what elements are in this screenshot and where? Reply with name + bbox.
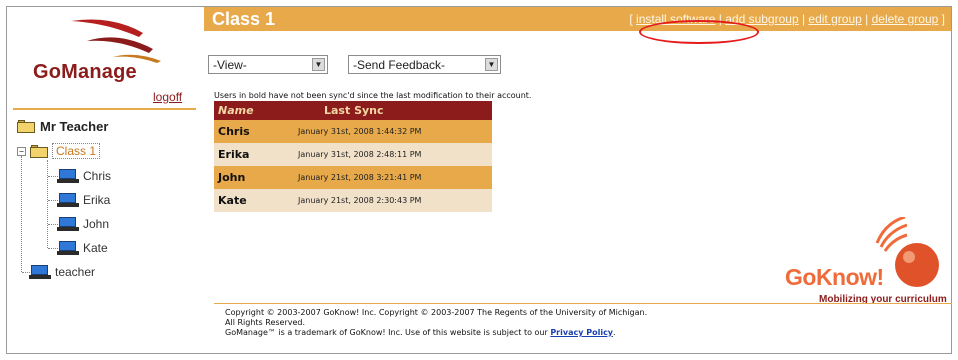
table-row[interactable]: Erika January 31st, 2008 2:48:11 PM <box>214 143 492 166</box>
folder-open-icon <box>30 144 48 158</box>
goknow-name: GoKnow! <box>785 264 884 290</box>
cell-last-sync: January 31st, 2008 2:48:11 PM <box>290 143 492 166</box>
page-title: Class 1 <box>212 9 276 29</box>
tree-teacher-label: teacher <box>55 265 96 279</box>
tree-line <box>47 160 48 248</box>
tree-class-label: Class 1 <box>52 143 101 159</box>
footer-trademark-text: GoManage™ is a trademark of GoKnow! Inc.… <box>225 328 551 337</box>
footer-period: . <box>613 328 616 337</box>
users-table: Name Last Sync Chris January 31st, 2008 … <box>214 101 492 212</box>
cell-name: John <box>214 166 290 189</box>
cell-name: Kate <box>214 189 290 212</box>
tree-student-label: Erika <box>83 193 111 207</box>
separator: | <box>861 12 872 26</box>
footer-trademark: GoManage™ is a trademark of GoKnow! Inc.… <box>225 328 647 338</box>
cell-last-sync: January 21st, 2008 2:30:43 PM <box>290 189 492 212</box>
sidebar-divider <box>13 108 196 110</box>
footer-rights: All Rights Reserved. <box>225 318 306 327</box>
footer-divider <box>214 303 952 304</box>
gomanage-logo-icon <box>71 19 161 63</box>
footer: Copyright © 2003-2007 GoKnow! Inc. Copyr… <box>225 308 647 338</box>
separator: | <box>715 12 726 26</box>
tree-student-label: John <box>83 217 110 231</box>
tree-item-student[interactable]: Kate <box>57 241 108 255</box>
computer-icon <box>57 217 79 231</box>
logoff-link[interactable]: logoff <box>153 90 182 104</box>
folder-open-icon <box>17 120 35 133</box>
feedback-select-value: -Send Feedback- <box>353 58 446 72</box>
table-header-row: Name Last Sync <box>214 101 492 120</box>
tree-line <box>21 156 22 272</box>
sync-note: Users in bold have not been sync'd since… <box>214 91 532 100</box>
tree-item-teacher[interactable]: teacher <box>29 265 95 279</box>
chevron-down-icon: ▼ <box>312 58 325 71</box>
view-select-value: -View- <box>213 58 247 72</box>
column-header-name[interactable]: Name <box>214 101 290 120</box>
computer-icon <box>29 265 51 279</box>
footer-copyright: Copyright © 2003-2007 GoKnow! Inc. Copyr… <box>225 308 648 317</box>
computer-icon <box>57 193 79 207</box>
cell-last-sync: January 31st, 2008 1:44:32 PM <box>290 120 492 143</box>
cell-last-sync: January 21st, 2008 3:21:41 PM <box>290 166 492 189</box>
install-software-link[interactable]: install software <box>636 12 715 26</box>
goknow-logo: GoKnow! Mobilizing your curriculum <box>777 217 952 309</box>
column-header-last-sync[interactable]: Last Sync <box>290 101 492 120</box>
tree-student-label: Chris <box>83 169 112 183</box>
tree-root-mr-teacher[interactable]: Mr Teacher <box>17 119 108 134</box>
sidebar: GoManage logoff Mr Teacher − Class 1 Chr… <box>7 7 202 353</box>
table-row[interactable]: John January 21st, 2008 3:21:41 PM <box>214 166 492 189</box>
tree-item-student[interactable]: Erika <box>57 193 110 207</box>
action-links: [ install software | add subgroup | edit… <box>629 12 945 26</box>
edit-group-link[interactable]: edit group <box>808 12 861 26</box>
add-subgroup-link[interactable]: add subgroup <box>725 12 798 26</box>
table-row[interactable]: Kate January 21st, 2008 2:30:43 PM <box>214 189 492 212</box>
tree-student-label: Kate <box>83 241 108 255</box>
send-feedback-select[interactable]: -Send Feedback- ▼ <box>348 55 501 74</box>
table-row[interactable]: Chris January 31st, 2008 1:44:32 PM <box>214 120 492 143</box>
cell-name: Chris <box>214 120 290 143</box>
delete-group-link[interactable]: delete group <box>872 12 939 26</box>
separator: | <box>798 12 809 26</box>
brand-name: GoManage <box>33 61 137 83</box>
bracket: ] <box>938 12 945 26</box>
tree-item-student[interactable]: Chris <box>57 169 111 183</box>
privacy-policy-link[interactable]: Privacy Policy <box>550 328 613 337</box>
tree-item-student[interactable]: John <box>57 217 109 231</box>
app-frame: GoManage logoff Mr Teacher − Class 1 Chr… <box>6 6 952 354</box>
tree-root-label: Mr Teacher <box>40 119 109 134</box>
computer-icon <box>57 241 79 255</box>
view-select[interactable]: -View- ▼ <box>208 55 328 74</box>
chevron-down-icon: ▼ <box>485 58 498 71</box>
tree-item-class-1[interactable]: − Class 1 <box>17 143 101 159</box>
page-header: Class 1 [ install software | add subgrou… <box>204 7 951 31</box>
collapse-toggle-icon[interactable]: − <box>17 146 26 156</box>
computer-icon <box>57 169 79 183</box>
cell-name: Erika <box>214 143 290 166</box>
